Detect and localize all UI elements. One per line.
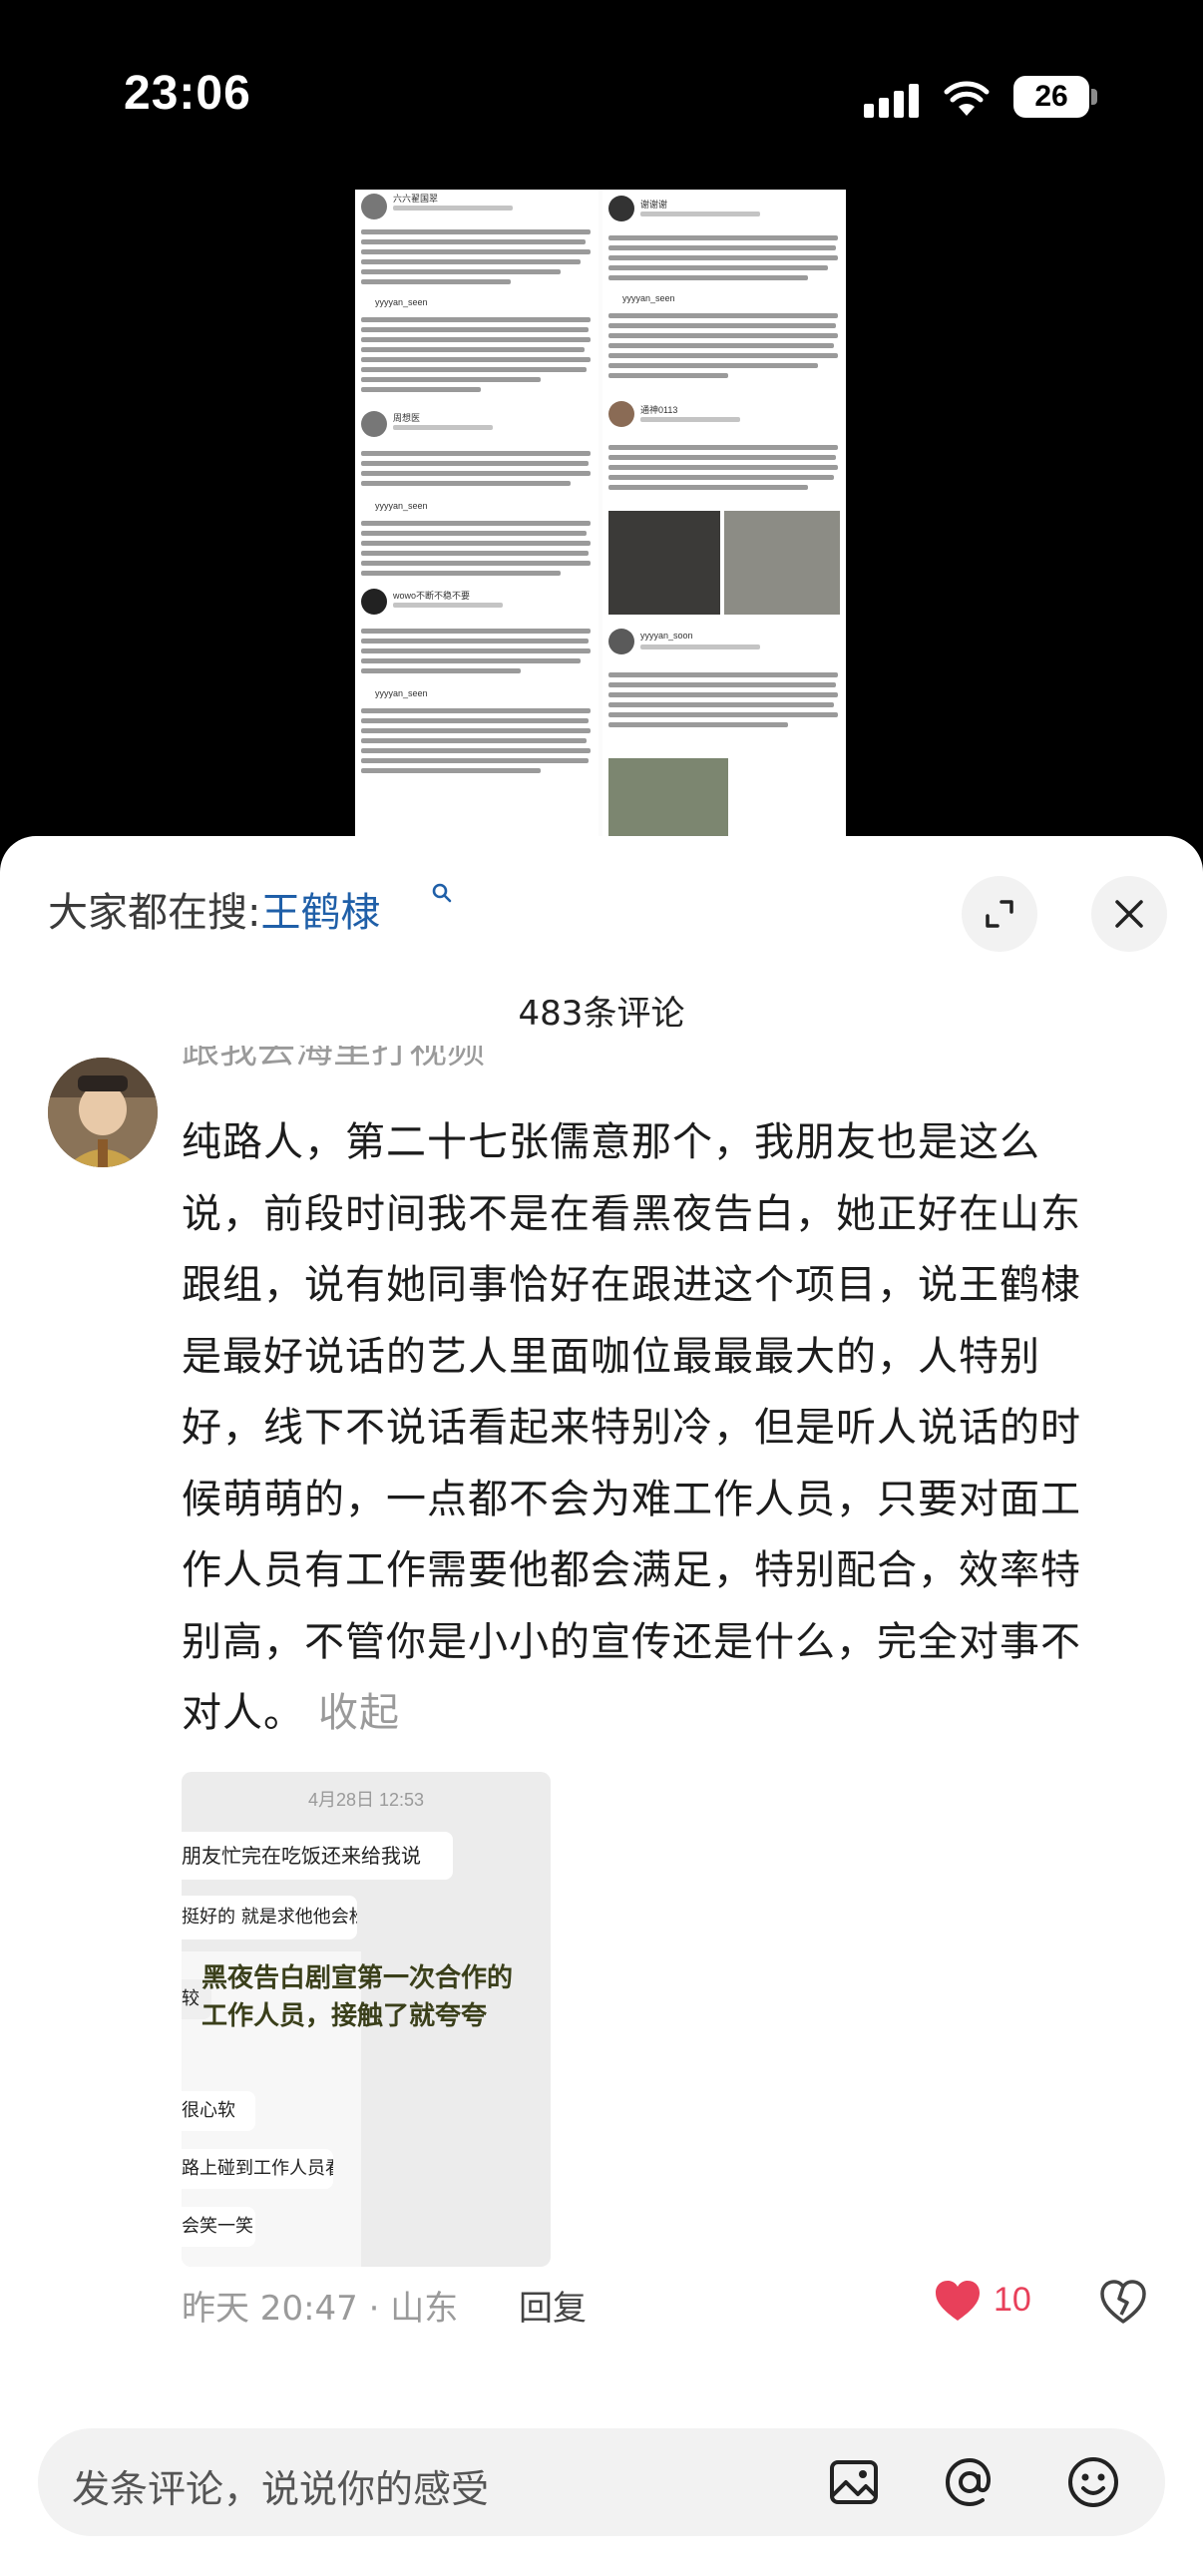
avatar-image <box>48 1058 158 1167</box>
collapse-link[interactable]: 收起 <box>318 1690 400 1736</box>
post-username: yyyyan_soon <box>640 631 693 641</box>
heart-filled-icon <box>936 2281 980 2321</box>
close-icon <box>1115 900 1143 928</box>
post-username: yyyyan_seen <box>622 293 675 303</box>
post-username: yyyyan_seen <box>375 501 428 511</box>
post-username: yyyyan_seen <box>375 688 428 698</box>
close-button[interactable] <box>1091 876 1167 952</box>
expand-icon <box>986 900 1013 928</box>
at-icon[interactable] <box>940 2452 1000 2512</box>
chat-bubble: 路上碰到工作人员看他 <box>182 2149 333 2189</box>
post-image-left-column: 六六翟国翠 yyyyan_seen 周想医 yyyyan_seen wowo不断… <box>355 190 599 838</box>
like-count: 10 <box>994 2281 1031 2319</box>
comment-input[interactable]: 发条评论，说说你的感受 <box>38 2428 1165 2536</box>
emoji-icon[interactable] <box>1063 2452 1123 2512</box>
chat-bubble: 很心软 <box>182 2091 255 2131</box>
post-background: 六六翟国翠 yyyyan_seen 周想医 yyyyan_seen wowo不断… <box>0 190 1203 838</box>
search-icon <box>432 883 452 903</box>
comment-line: 跟组，说有她同事恰好在跟进这个项目，说王鹤棣 <box>182 1262 1081 1308</box>
comment-line: 别高，不管你是小小的宣传还是什么，完全对事不 <box>182 1618 1081 1665</box>
comment-line: 是最好说话的艺人里面咖位最最最大的，人特别 <box>182 1333 1040 1380</box>
post-username: yyyyan_seen <box>375 297 428 307</box>
status-time: 23:06 <box>124 67 251 120</box>
image-icon[interactable] <box>824 2452 884 2512</box>
comment-username[interactable]: 跟我去海里打视频 <box>182 1046 485 1072</box>
comment-input-bar: 发条评论，说说你的感受 <box>0 2376 1203 2576</box>
battery-level: 26 <box>1013 76 1089 118</box>
post-image-right-column: 谢谢谢 yyyyan_seen 通神0113 yyyyan_soon <box>602 190 846 838</box>
chat-bubble: 会笑一笑 <box>182 2207 255 2247</box>
comment-meta: 昨天 20:47 · 山东 <box>182 2289 459 2329</box>
comment-line: 说，前段时间我不是在看黑夜告白，她正好在山东 <box>182 1190 1081 1237</box>
comment-line: 候萌萌的，一点都不会为难工作人员，只要对面工 <box>182 1476 1081 1522</box>
comment-last-line: 对人。 收起 <box>182 1690 400 1736</box>
reply-button[interactable]: 回复 <box>519 2281 587 2330</box>
post-username: 六六翟国翠 <box>393 194 439 204</box>
search-suggestion[interactable]: 大家都在搜:王鹤棣 <box>48 880 380 938</box>
comment-sheet: 大家都在搜:王鹤棣 483条评论 跟我去海里打视频 纯路人，第二十七张儒意那个，… <box>0 836 1203 2576</box>
search-suggestion-term[interactable]: 王鹤棣 <box>260 890 380 936</box>
comment-line: 作人员有工作需要他都会满足，特别配合，效率特 <box>182 1547 1081 1593</box>
chat-timestamp: 4月28日 12:53 <box>307 1790 425 1810</box>
like-button[interactable]: 10 <box>934 2277 1053 2327</box>
comment-line: 纯路人，第二十七张儒意那个，我朋友也是这么 <box>182 1119 1040 1165</box>
heart-broken-icon[interactable] <box>1099 2279 1147 2325</box>
comment-image[interactable]: 4月28日 12:53 朋友忙完在吃饭还来给我说 挺好的 就是求他他会松口 较 … <box>182 1772 551 2267</box>
chat-bubble: 挺好的 就是求他他会松口 <box>182 1896 357 1939</box>
post-username: 通神0113 <box>640 405 678 415</box>
expand-button[interactable] <box>962 876 1037 952</box>
comment-count: 483条评论 <box>518 994 685 1034</box>
chat-caption: 黑夜告白剧宣第一次合作的 工作人员，接触了就夸夸 <box>201 1963 514 2031</box>
cellular-signal-icon <box>864 84 922 118</box>
comment-line: 好，线下不说话看起来特别冷，但是听人说话的时 <box>182 1405 1081 1451</box>
post-username: 周想医 <box>393 413 421 423</box>
avatar[interactable] <box>48 1058 158 1167</box>
battery-icon: 26 <box>1013 76 1097 118</box>
comment-body: 纯路人，第二十七张儒意那个，我朋友也是这么 说，前段时间我不是在看黑夜告白，她正… <box>182 1107 1159 1750</box>
search-suggestion-prefix: 大家都在搜: <box>48 890 261 936</box>
chat-bubble: 朋友忙完在吃饭还来给我说 <box>182 1832 453 1880</box>
post-username: 谢谢谢 <box>640 200 668 210</box>
wifi-icon <box>944 81 990 116</box>
comment-input-placeholder: 发条评论，说说你的感受 <box>72 2467 490 2511</box>
status-bar: 23:06 26 <box>0 0 1203 190</box>
post-username: wowo不断不稳不要 <box>393 591 471 601</box>
post-image[interactable]: 六六翟国翠 yyyyan_seen 周想医 yyyyan_seen wowo不断… <box>355 190 846 838</box>
